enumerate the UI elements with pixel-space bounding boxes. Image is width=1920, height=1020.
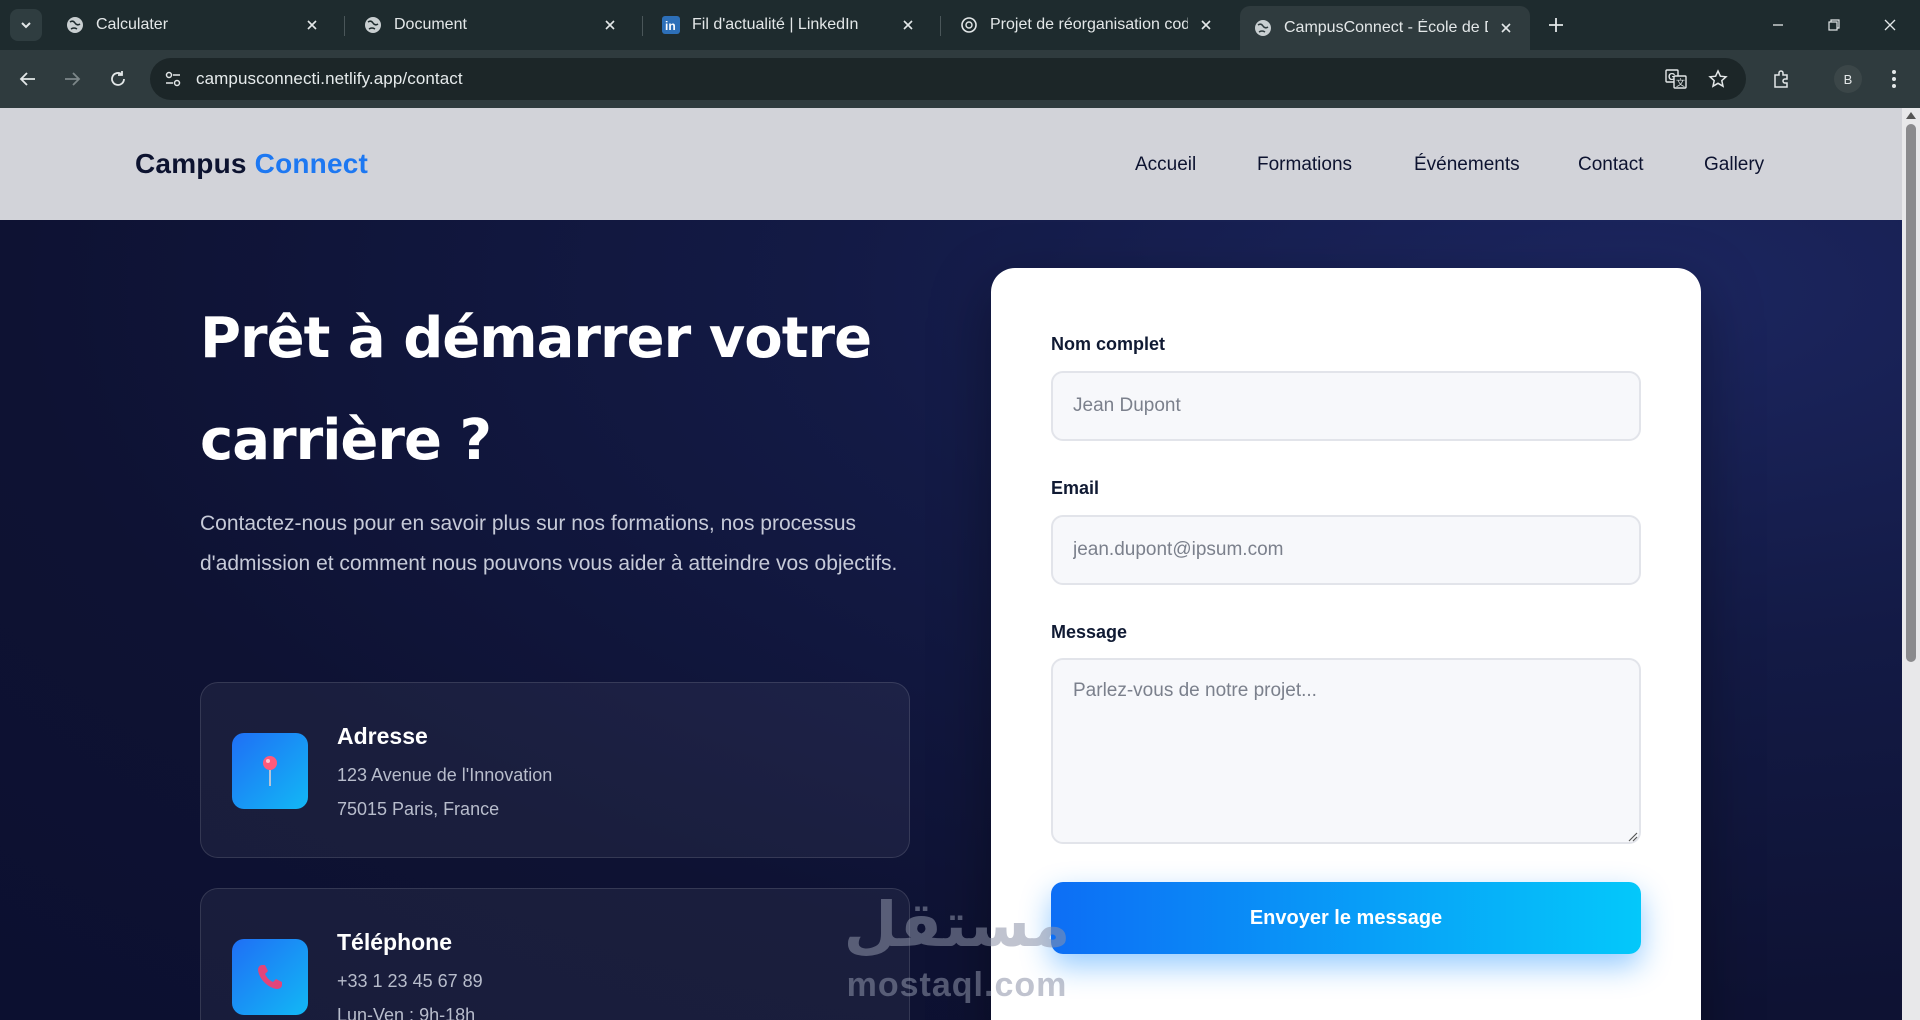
browser-toolbar: campusconnecti.netlify.app/contact G文 B xyxy=(0,50,1920,108)
restore-icon xyxy=(1828,19,1840,31)
logo-main-text: Campus xyxy=(135,148,247,179)
submit-button[interactable]: Envoyer le message xyxy=(1051,882,1641,954)
new-tab-button[interactable] xyxy=(1542,13,1570,37)
email-label: Email xyxy=(1051,478,1100,498)
info-card-title: Adresse xyxy=(337,723,428,749)
profile-avatar[interactable]: B xyxy=(1834,65,1862,93)
globe-icon xyxy=(1254,19,1272,37)
message-label: Message xyxy=(1051,622,1128,642)
openai-icon xyxy=(960,16,978,34)
minimize-icon xyxy=(1773,24,1783,26)
tab-label: Calculater xyxy=(96,16,169,33)
arrow-left-icon xyxy=(19,72,35,86)
close-window-button[interactable] xyxy=(1876,12,1904,38)
name-input[interactable] xyxy=(1051,371,1641,441)
info-card-address: Adresse 123 Avenue de l'Innovation 75015… xyxy=(200,682,910,858)
close-icon[interactable] xyxy=(302,15,322,35)
reload-icon xyxy=(111,71,125,86)
url-text: campusconnecti.netlify.app/contact xyxy=(196,69,463,88)
site-logo[interactable]: Campus Connect xyxy=(135,148,368,180)
site-settings-icon[interactable] xyxy=(160,66,186,92)
browser-tab-projet[interactable]: Projet de réorganisation code xyxy=(946,6,1230,44)
close-icon[interactable] xyxy=(600,15,620,35)
globe-icon xyxy=(66,16,84,34)
browser-tab-bar: Calculater Document in Fil d'actualité |… xyxy=(0,0,1920,50)
close-icon[interactable] xyxy=(1196,15,1216,35)
address-bar[interactable]: campusconnecti.netlify.app/contact G文 xyxy=(150,58,1746,100)
message-textarea[interactable] xyxy=(1051,658,1641,844)
browser-menu-button[interactable] xyxy=(1880,65,1908,93)
tab-separator xyxy=(642,16,643,36)
restore-button[interactable] xyxy=(1820,12,1848,38)
nav-link-evenements[interactable]: Événements xyxy=(1414,154,1520,176)
tab-search-button[interactable] xyxy=(10,9,42,41)
tab-label: Fil d'actualité | LinkedIn xyxy=(692,16,859,33)
tab-label: Projet de réorganisation code xyxy=(990,16,1188,33)
pin-icon xyxy=(263,756,277,786)
hero-description: Contactez-nous pour en savoir plus sur n… xyxy=(200,512,898,575)
nav-link-contact[interactable]: Contact xyxy=(1578,154,1643,176)
watermark-arabic: مستقل xyxy=(843,888,1071,961)
globe-icon xyxy=(364,16,382,34)
plus-icon xyxy=(1549,18,1563,32)
browser-tab-linkedin[interactable]: in Fil d'actualité | LinkedIn xyxy=(648,6,932,44)
minimize-button[interactable] xyxy=(1764,12,1792,38)
page-viewport: Campus Connect Accueil Formations Événem… xyxy=(0,108,1920,1020)
hero-title: Prêt à démarrer votre carrière ? xyxy=(200,306,872,473)
info-card-line: 75015 Paris, France xyxy=(337,799,500,819)
tab-label: Document xyxy=(394,16,467,33)
svg-text:文: 文 xyxy=(1676,77,1685,89)
tab-label: CampusConnect - École de Dév xyxy=(1284,19,1488,36)
close-icon[interactable] xyxy=(1496,18,1516,38)
info-card-title: Téléphone xyxy=(337,929,453,955)
svg-text:in: in xyxy=(665,19,676,33)
watermark-latin: mostaql.com xyxy=(846,966,1068,1004)
arrow-right-icon xyxy=(65,72,81,86)
watermark-logo: مستقل mostaql.com xyxy=(842,888,1092,1018)
email-input[interactable] xyxy=(1051,515,1641,585)
tab-separator xyxy=(940,16,941,36)
nav-link-gallery[interactable]: Gallery xyxy=(1704,154,1764,176)
name-label: Nom complet xyxy=(1051,334,1166,354)
contact-form: Nom complet Email Message Envoyer le mes… xyxy=(991,268,1701,1020)
scroll-up-arrow[interactable] xyxy=(1906,112,1916,119)
extensions-button[interactable] xyxy=(1767,65,1795,93)
info-card-line: 123 Avenue de l'Innovation xyxy=(337,765,553,785)
browser-tab-document[interactable]: Document xyxy=(350,6,634,44)
nav-link-accueil[interactable]: Accueil xyxy=(1135,154,1196,176)
chevron-down-icon xyxy=(21,22,31,29)
info-icon-box xyxy=(232,939,308,1015)
tab-separator xyxy=(344,16,345,36)
close-icon[interactable] xyxy=(898,15,918,35)
puzzle-icon xyxy=(1774,70,1788,88)
reload-button[interactable] xyxy=(104,65,132,93)
site-header: Campus Connect Accueil Formations Événem… xyxy=(0,108,1902,220)
page-scrollbar[interactable] xyxy=(1902,108,1920,1020)
info-card-phone: Téléphone +33 1 23 45 67 89 Lun-Ven : 9h… xyxy=(200,888,910,1020)
bookmark-star-icon[interactable] xyxy=(1706,67,1730,91)
scroll-thumb[interactable] xyxy=(1906,124,1916,662)
browser-tab-campusconnect[interactable]: CampusConnect - École de Dév xyxy=(1240,6,1530,50)
info-card-line: +33 1 23 45 67 89 xyxy=(337,971,483,991)
phone-icon xyxy=(258,965,282,989)
browser-tab-calculater[interactable]: Calculater xyxy=(52,6,336,44)
logo-accent-text: Connect xyxy=(254,148,369,179)
more-vertical-icon xyxy=(1892,70,1896,88)
close-icon xyxy=(1884,19,1896,31)
forward-button[interactable] xyxy=(58,65,86,93)
nav-link-formations[interactable]: Formations xyxy=(1257,154,1352,176)
info-card-line: Lun-Ven : 9h-18h xyxy=(337,1005,476,1020)
info-icon-box xyxy=(232,733,308,809)
resize-grip-icon[interactable] xyxy=(1628,832,1638,842)
linkedin-icon: in xyxy=(662,16,680,34)
translate-icon[interactable]: G文 xyxy=(1664,67,1688,91)
back-button[interactable] xyxy=(14,65,42,93)
